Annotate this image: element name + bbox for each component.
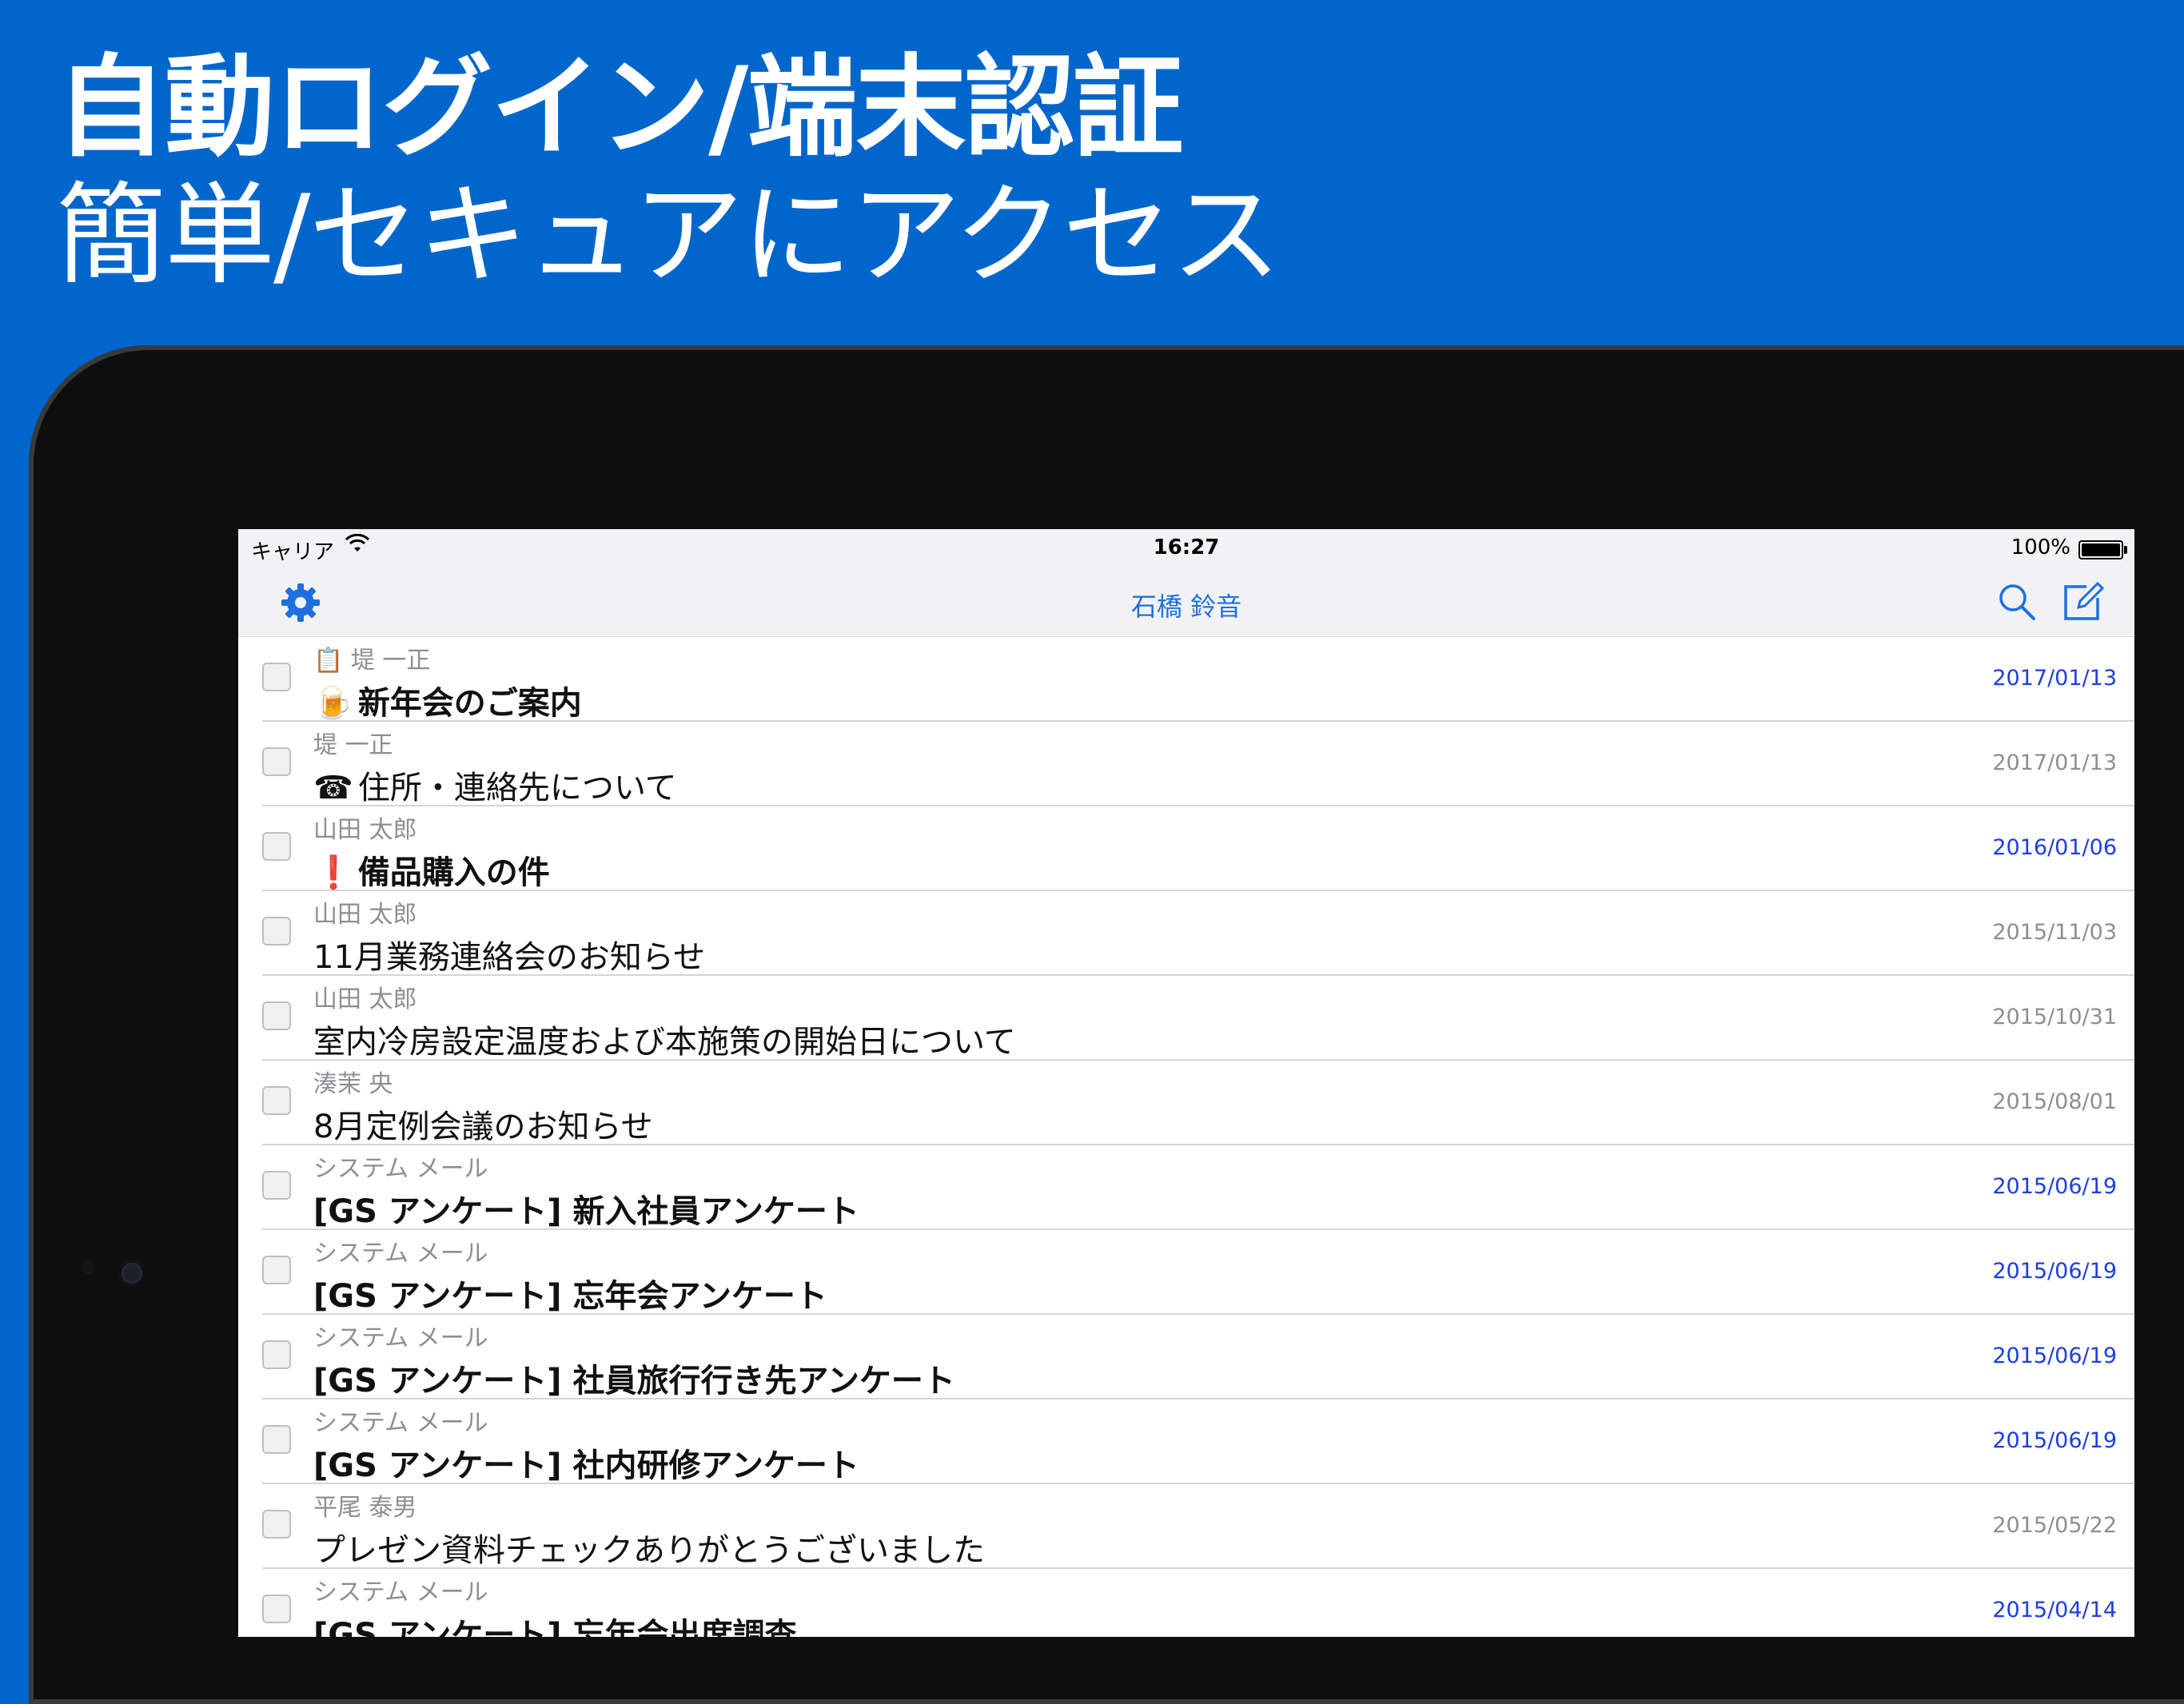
message-subject: プレゼン資料チェックありがとうございました xyxy=(313,1524,985,1571)
message-checkbox[interactable] xyxy=(262,1425,291,1454)
message-checkbox[interactable] xyxy=(262,832,291,861)
promo-line-2: 簡単/セキュアにアクセス xyxy=(56,171,1281,300)
message-subject-text: 8月定例会議のお知らせ xyxy=(313,1109,653,1145)
message-sender: システム メール xyxy=(313,1324,488,1352)
message-row[interactable]: 山田 太郎 11月業務連絡会のお知らせ 2015/11/03 xyxy=(262,891,2134,976)
message-subject: 🍺 新年会のご案内 xyxy=(313,677,582,723)
message-row[interactable]: 山田 太郎室内冷房設定温度および本施策の開始日について 2015/10/31 xyxy=(262,976,2134,1061)
message-subject-text: [GS アンケート] 社員旅行行き先アンケート xyxy=(313,1363,955,1399)
message-date: 2017/01/13 xyxy=(1992,750,2117,775)
subject-emoji-icon: ☎ xyxy=(313,770,353,806)
subject-emoji-icon: ❗ xyxy=(313,854,353,891)
message-subject: 8月定例会議のお知らせ xyxy=(313,1101,653,1147)
promo-headline: 自動ログイン/端末認証 簡単/セキュアにアクセス xyxy=(56,43,1281,300)
message-subject-text: 新年会のご案内 xyxy=(357,685,582,722)
compose-icon[interactable] xyxy=(2058,577,2106,625)
message-subject-text: [GS アンケート] 忘年会出席調査 xyxy=(313,1617,797,1637)
message-checkbox[interactable] xyxy=(262,1086,291,1115)
message-date: 2015/06/19 xyxy=(1992,1259,2117,1284)
message-checkbox[interactable] xyxy=(262,1171,291,1200)
message-date: 2015/06/19 xyxy=(1992,1174,2117,1199)
message-row[interactable]: 湊茉 央 8月定例会議のお知らせ 2015/08/01 xyxy=(262,1061,2134,1145)
app-screen: キャリア 16:27 100% 石橋 鈴音 📋 堤 一正 🍺 新年会のご案内 2… xyxy=(238,529,2134,1637)
message-row[interactable]: システム メール [GS アンケート] 新入社員アンケート 2015/06/19 xyxy=(262,1145,2134,1230)
message-sender: 湊茉 央 xyxy=(313,1070,393,1098)
message-subject: [GS アンケート] 社員旅行行き先アンケート xyxy=(313,1355,955,1401)
message-date: 2015/11/03 xyxy=(1992,920,2117,945)
message-checkbox[interactable] xyxy=(262,1340,291,1369)
message-subject-text: [GS アンケート] 忘年会アンケート xyxy=(313,1278,827,1315)
message-row[interactable]: システム メール [GS アンケート] 忘年会アンケート 2015/06/19 xyxy=(262,1230,2134,1315)
message-row[interactable]: システム メール [GS アンケート] 社員旅行行き先アンケート 2015/06/1… xyxy=(262,1315,2134,1399)
message-subject: ❗ 備品購入の件 xyxy=(313,846,550,893)
message-checkbox[interactable] xyxy=(262,1510,291,1539)
nav-bar: 石橋 鈴音 xyxy=(238,567,2134,637)
message-subject: ☎ 住所・連絡先について xyxy=(313,762,677,808)
message-subject-text: [GS アンケート] 社内研修アンケート xyxy=(313,1447,859,1484)
camera-sensor-icon xyxy=(82,1260,96,1274)
nav-title: 石橋 鈴音 xyxy=(1130,591,1242,622)
message-date: 2015/04/14 xyxy=(1992,1598,2117,1622)
battery-percent: 100% xyxy=(2011,535,2070,559)
message-checkbox[interactable] xyxy=(262,747,291,776)
message-row[interactable]: 📋 堤 一正 🍺 新年会のご案内 2017/01/13 xyxy=(262,637,2134,722)
message-subject: [GS アンケート] 新入社員アンケート xyxy=(313,1185,859,1232)
message-subject: [GS アンケート] 忘年会アンケート xyxy=(313,1270,827,1316)
message-subject-text: [GS アンケート] 新入社員アンケート xyxy=(313,1193,859,1230)
message-sender: 堤 一正 xyxy=(313,731,393,759)
message-date: 2015/06/19 xyxy=(1992,1344,2117,1368)
status-bar: キャリア 16:27 100% xyxy=(238,529,2134,567)
message-date: 2015/10/31 xyxy=(1992,1005,2117,1029)
message-subject-text: 11月業務連絡会のお知らせ xyxy=(313,939,706,976)
message-subject-text: プレゼン資料チェックありがとうございました xyxy=(313,1532,985,1569)
message-subject-text: 備品購入の件 xyxy=(357,854,550,891)
message-row[interactable]: 山田 太郎 ❗ 備品購入の件 2016/01/06 xyxy=(262,806,2134,891)
message-subject: 室内冷房設定温度および本施策の開始日について xyxy=(313,1016,1016,1062)
message-checkbox[interactable] xyxy=(262,663,291,691)
search-icon[interactable] xyxy=(1995,580,2039,623)
message-checkbox[interactable] xyxy=(262,1595,291,1623)
message-sender: システム メール xyxy=(313,1155,488,1183)
message-sender: 山田 太郎 xyxy=(313,901,417,929)
message-row[interactable]: システム メール [GS アンケート] 忘年会出席調査 2015/04/14 xyxy=(262,1569,2134,1637)
message-subject: [GS アンケート] 社内研修アンケート xyxy=(313,1439,859,1486)
status-time: 16:27 xyxy=(1153,535,1220,559)
message-checkbox[interactable] xyxy=(262,1001,291,1030)
message-date: 2015/08/01 xyxy=(1992,1089,2117,1114)
subject-emoji-icon: 🍺 xyxy=(313,685,353,722)
battery-icon xyxy=(2078,540,2127,559)
message-row[interactable]: 堤 一正 ☎ 住所・連絡先について 2017/01/13 xyxy=(262,722,2134,806)
message-sender: 山田 太郎 xyxy=(313,816,417,844)
message-sender: 📋 堤 一正 xyxy=(313,647,431,675)
message-subject: [GS アンケート] 忘年会出席調査 xyxy=(313,1609,796,1637)
camera-icon xyxy=(122,1263,142,1284)
message-date: 2017/01/13 xyxy=(1992,666,2117,691)
message-checkbox[interactable] xyxy=(262,1256,291,1284)
message-sender: システム メール xyxy=(313,1409,488,1437)
message-row[interactable]: 平尾 泰男プレゼン資料チェックありがとうございました 2015/05/22 xyxy=(262,1484,2134,1569)
message-subject-text: 室内冷房設定温度および本施策の開始日について xyxy=(313,1024,1016,1061)
message-date: 2015/05/22 xyxy=(1992,1513,2117,1538)
message-row[interactable]: システム メール [GS アンケート] 社内研修アンケート 2015/06/19 xyxy=(262,1399,2134,1484)
message-sender: システム メール xyxy=(313,1240,488,1268)
message-sender: 山田 太郎 xyxy=(313,985,417,1013)
message-list: 📋 堤 一正 🍺 新年会のご案内 2017/01/13 堤 一正 ☎ 住所・連絡先について 2… xyxy=(238,637,2134,1637)
message-checkbox[interactable] xyxy=(262,917,291,946)
promo-line-1: 自動ログイン/端末認証 xyxy=(56,43,1183,172)
message-subject: 11月業務連絡会のお知らせ xyxy=(313,931,705,977)
message-sender: システム メール xyxy=(313,1579,488,1606)
message-subject-text: 住所・連絡先について xyxy=(357,770,677,806)
message-date: 2016/01/06 xyxy=(1992,835,2117,860)
message-sender: 平尾 泰男 xyxy=(313,1494,417,1522)
message-date: 2015/06/19 xyxy=(1992,1428,2117,1453)
